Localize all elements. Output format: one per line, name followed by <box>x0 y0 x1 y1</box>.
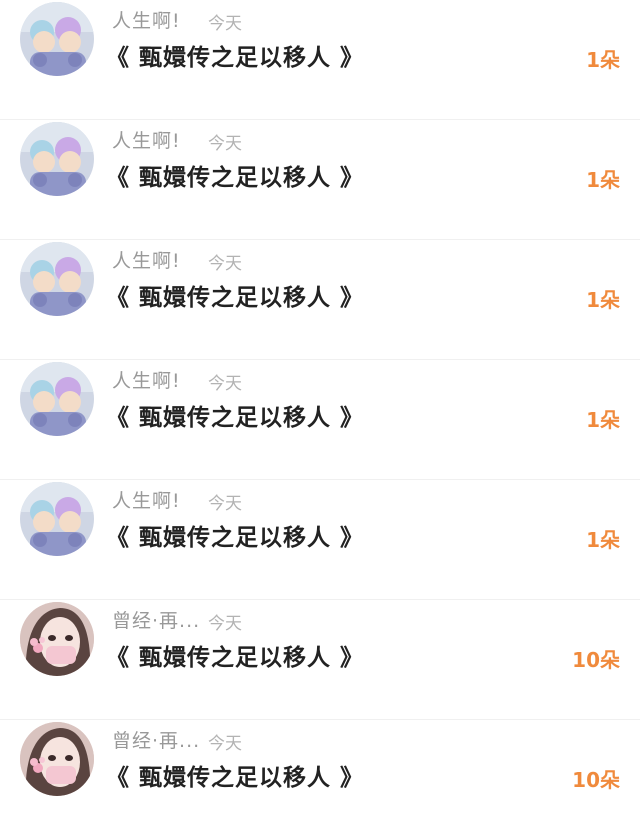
flower-count: 1朵 <box>586 408 620 432</box>
list-item[interactable]: 人生啊! 今天 《 甄嬛传之足以移人 》 1朵 <box>0 120 640 240</box>
gift-title: 《 甄嬛传之足以移人 》 <box>106 525 365 551</box>
username: 曾经·再... <box>112 610 201 632</box>
username: 人生啊! <box>112 10 181 32</box>
list-item[interactable]: 人生啊! 今天 《 甄嬛传之足以移人 》 1朵 <box>0 480 640 600</box>
username: 人生啊! <box>112 130 181 152</box>
gift-title: 《 甄嬛传之足以移人 》 <box>106 405 365 431</box>
list-item[interactable]: 曾经·再... 今天 《 甄嬛传之足以移人 》 10朵 <box>0 720 640 840</box>
list-item[interactable]: 曾经·再... 今天 《 甄嬛传之足以移人 》 10朵 <box>0 600 640 720</box>
doll-avatar-icon[interactable] <box>20 122 94 196</box>
timestamp: 今天 <box>208 374 242 394</box>
flower-count: 10朵 <box>572 768 620 792</box>
girl-avatar-icon[interactable] <box>20 602 94 676</box>
timestamp: 今天 <box>208 614 242 634</box>
doll-avatar-icon[interactable] <box>20 362 94 436</box>
doll-avatar-icon[interactable] <box>20 242 94 316</box>
flower-count: 1朵 <box>586 528 620 552</box>
flower-count: 1朵 <box>586 48 620 72</box>
timestamp: 今天 <box>208 134 242 154</box>
list-item[interactable]: 人生啊! 今天 《 甄嬛传之足以移人 》 1朵 <box>0 0 640 120</box>
timestamp: 今天 <box>208 734 242 754</box>
username: 人生啊! <box>112 370 181 392</box>
doll-avatar-icon[interactable] <box>20 482 94 556</box>
gift-title: 《 甄嬛传之足以移人 》 <box>106 285 365 311</box>
username: 人生啊! <box>112 490 181 512</box>
username: 曾经·再... <box>112 730 201 752</box>
gift-title: 《 甄嬛传之足以移人 》 <box>106 45 365 71</box>
flower-count: 10朵 <box>572 648 620 672</box>
timestamp: 今天 <box>208 254 242 274</box>
timestamp: 今天 <box>208 14 242 34</box>
username: 人生啊! <box>112 250 181 272</box>
flower-count: 1朵 <box>586 168 620 192</box>
gift-title: 《 甄嬛传之足以移人 》 <box>106 165 365 191</box>
list-item[interactable]: 人生啊! 今天 《 甄嬛传之足以移人 》 1朵 <box>0 240 640 360</box>
doll-avatar-icon[interactable] <box>20 2 94 76</box>
flower-count: 1朵 <box>586 288 620 312</box>
gift-record-list: 人生啊! 今天 《 甄嬛传之足以移人 》 1朵 人生啊! 今天 《 甄嬛传之足以… <box>0 0 640 798</box>
girl-avatar-icon[interactable] <box>20 722 94 796</box>
list-item[interactable]: 人生啊! 今天 《 甄嬛传之足以移人 》 1朵 <box>0 360 640 480</box>
gift-title: 《 甄嬛传之足以移人 》 <box>106 645 365 671</box>
timestamp: 今天 <box>208 494 242 514</box>
gift-title: 《 甄嬛传之足以移人 》 <box>106 765 365 791</box>
